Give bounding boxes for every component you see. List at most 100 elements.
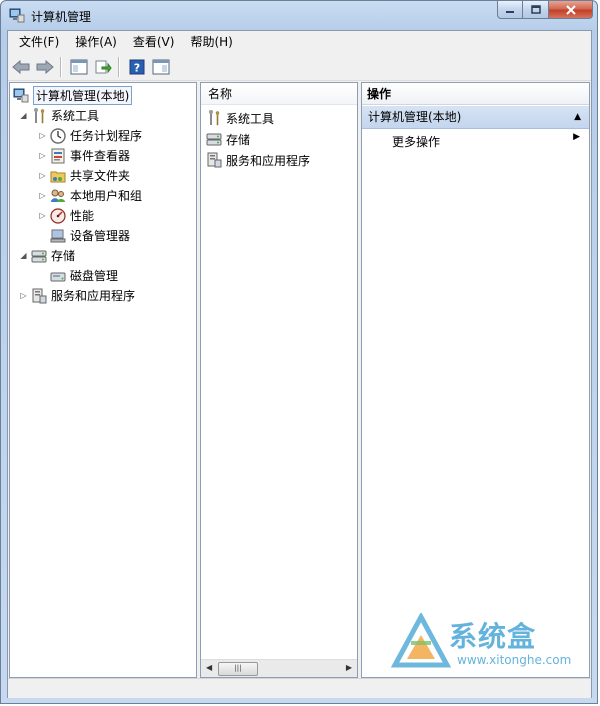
tree-label: 存储 (51, 249, 76, 263)
caption-buttons (497, 1, 593, 20)
help-button[interactable]: ? (126, 56, 148, 78)
services-icon (31, 288, 47, 304)
maximize-button[interactable] (523, 1, 549, 19)
list-item-storage[interactable]: 存储 (206, 129, 250, 149)
tree-item-performance[interactable]: ▷ 性能 (37, 206, 94, 225)
forward-button[interactable] (34, 56, 56, 78)
menu-action[interactable]: 操作(A) (67, 31, 125, 53)
scroll-thumb[interactable]: ||| (218, 662, 258, 676)
collapse-triangle-icon[interactable]: ◢ (18, 250, 29, 261)
expand-triangle-icon[interactable]: ▷ (37, 170, 48, 181)
clock-icon (50, 127, 66, 144)
export-list-button[interactable] (92, 56, 114, 78)
list-item-services-apps[interactable]: 服务和应用程序 (206, 150, 310, 170)
shared-folder-icon (50, 168, 66, 184)
actions-header: 操作 (362, 83, 589, 105)
minimize-icon (506, 10, 514, 13)
panes: 计算机管理(本地) ◢ 系统工具 ▷ 任务计划程序 ▷ 事件查看器 ▷ 共享文件… (8, 82, 591, 678)
client-area: 文件(F) 操作(A) 查看(V) 帮助(H) ? 计算机管理(本地) ◢ 系统… (7, 30, 592, 698)
watermark-logo-icon (391, 613, 451, 668)
minimize-button[interactable] (497, 1, 523, 19)
watermark: 系统盒 www.xitonghe.com (389, 611, 589, 677)
tree-item-system-tools[interactable]: ◢ 系统工具 (18, 106, 99, 125)
horizontal-scrollbar[interactable]: ◀ ||| ▶ (201, 659, 357, 677)
actions-pane: 操作 计算机管理(本地) ▲ 更多操作 ▶ 系统盒 www.xitonghe.c… (361, 82, 590, 678)
menu-view[interactable]: 查看(V) (125, 31, 183, 53)
console-tree-icon (70, 59, 88, 75)
device-manager-icon (50, 228, 66, 244)
tree-item-local-users[interactable]: ▷ 本地用户和组 (37, 186, 142, 205)
tree-label: 事件查看器 (70, 149, 131, 163)
tree-label: 性能 (70, 209, 95, 223)
status-bar (8, 678, 591, 698)
scroll-right-icon[interactable]: ▶ (346, 663, 352, 672)
disk-icon (50, 268, 66, 284)
collapse-up-icon[interactable]: ▲ (574, 106, 581, 128)
list-item-system-tools[interactable]: 系统工具 (206, 108, 274, 128)
tree-label: 本地用户和组 (70, 189, 143, 203)
forward-arrow-icon (36, 60, 54, 74)
toolbar-separator (60, 57, 62, 77)
back-arrow-icon (12, 60, 30, 74)
expand-triangle-icon[interactable]: ▷ (37, 210, 48, 221)
tree-item-root[interactable]: 计算机管理(本地) (13, 86, 133, 105)
tree-label: 系统工具 (51, 109, 100, 123)
expand-triangle-icon[interactable]: ▷ (37, 150, 48, 161)
storage-icon (31, 248, 47, 264)
menu-help[interactable]: 帮助(H) (182, 31, 240, 53)
submenu-arrow-icon[interactable]: ▶ (573, 132, 580, 142)
window: 计算机管理 文件(F) 操作(A) 查看(V) 帮助(H) ? 计算机管理(本地… (0, 0, 598, 704)
collapse-triangle-icon[interactable]: ◢ (18, 110, 29, 121)
tree-label: 磁盘管理 (70, 269, 119, 283)
toolbar-separator (118, 57, 120, 77)
window-title: 计算机管理 (31, 10, 92, 24)
column-header-name[interactable]: 名称 (201, 83, 357, 105)
more-actions-item[interactable]: 更多操作 (392, 133, 440, 151)
tools-icon (206, 110, 222, 126)
results-pane: 名称 系统工具 存储 服务和应用程序 ◀ ||| ▶ (200, 82, 358, 678)
export-list-icon (95, 60, 112, 74)
close-button[interactable] (549, 1, 593, 19)
actions-group-header[interactable]: 计算机管理(本地) ▲ (362, 106, 589, 129)
tree-label: 设备管理器 (70, 229, 131, 243)
help-icon: ? (129, 59, 145, 75)
list-item-label: 系统工具 (226, 111, 275, 126)
tree-item-shared-folders[interactable]: ▷ 共享文件夹 (37, 166, 130, 185)
console-tree: 计算机管理(本地) ◢ 系统工具 ▷ 任务计划程序 ▷ 事件查看器 ▷ 共享文件… (9, 82, 197, 678)
tree-label: 共享文件夹 (70, 169, 131, 183)
computer-management-icon (9, 8, 25, 23)
action-pane-icon (152, 59, 170, 75)
show-hide-tree-button[interactable] (68, 56, 90, 78)
storage-icon (206, 131, 222, 147)
performance-icon (50, 207, 66, 224)
tree-label: 计算机管理(本地) (33, 86, 133, 105)
list-item-label: 存储 (226, 132, 251, 147)
close-icon (565, 4, 576, 15)
tree-label: 任务计划程序 (70, 129, 143, 143)
menu-bar: 文件(F) 操作(A) 查看(V) 帮助(H) (8, 31, 591, 53)
svg-text:?: ? (134, 62, 140, 75)
maximize-icon (530, 4, 541, 14)
event-log-icon (50, 148, 66, 164)
menu-file[interactable]: 文件(F) (8, 31, 67, 53)
tree-item-storage[interactable]: ◢ 存储 (18, 246, 75, 265)
tree-item-event-viewer[interactable]: ▷ 事件查看器 (37, 146, 130, 165)
tree-item-disk-management[interactable]: 磁盘管理 (50, 266, 118, 285)
scroll-left-icon[interactable]: ◀ (206, 663, 212, 672)
expand-triangle-icon[interactable]: ▷ (37, 130, 48, 141)
back-button[interactable] (10, 56, 32, 78)
expand-triangle-icon[interactable]: ▷ (18, 290, 29, 301)
expand-triangle-icon[interactable]: ▷ (37, 190, 48, 201)
title-bar[interactable]: 计算机管理 (1, 1, 597, 29)
tree-item-task-scheduler[interactable]: ▷ 任务计划程序 (37, 126, 142, 145)
tree-item-device-manager[interactable]: 设备管理器 (50, 226, 130, 245)
show-hide-action-pane-button[interactable] (150, 56, 172, 78)
tree-item-services-apps[interactable]: ▷ 服务和应用程序 (18, 286, 135, 305)
tree-label: 服务和应用程序 (51, 289, 136, 303)
watermark-text: 系统盒 (449, 620, 537, 653)
users-icon (50, 188, 66, 204)
computer-management-icon (13, 88, 29, 104)
watermark-url: www.xitonghe.com (457, 653, 572, 667)
actions-group-label: 计算机管理(本地) (368, 110, 462, 124)
toolbar: ? (8, 54, 591, 81)
